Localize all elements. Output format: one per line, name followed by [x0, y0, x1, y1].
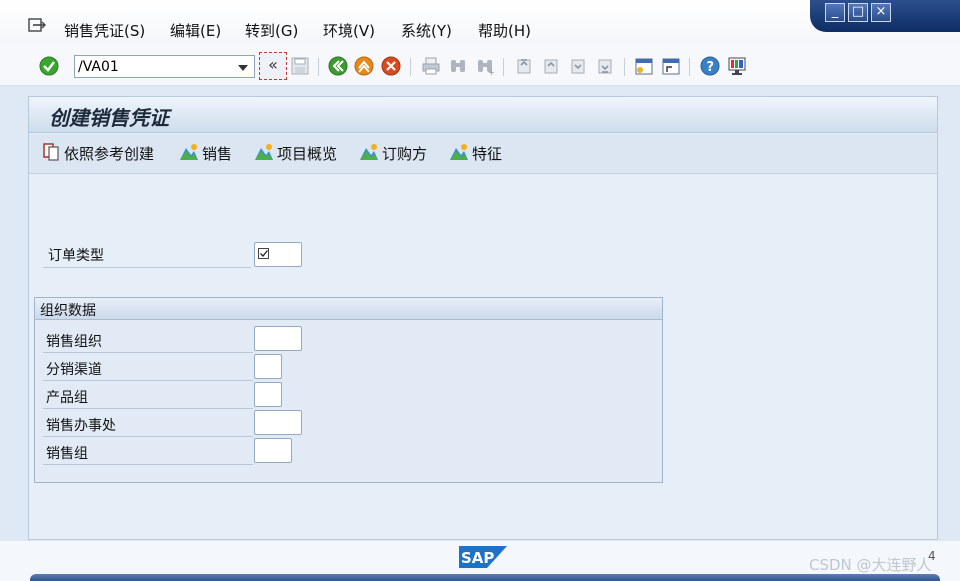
order-type-input[interactable] — [254, 242, 302, 267]
characteristics-label: 特征 — [472, 145, 503, 163]
group-header: 组织数据 — [35, 298, 662, 320]
characteristics-icon — [450, 144, 468, 160]
find-icon[interactable] — [448, 56, 468, 76]
find-next-icon[interactable]: + — [475, 56, 495, 76]
toolbar-separator — [503, 58, 504, 76]
sap-logo: SAP — [459, 546, 507, 568]
command-input[interactable] — [78, 58, 228, 75]
close-button[interactable]: × — [871, 3, 891, 22]
menu-screen-icon[interactable] — [28, 18, 46, 34]
application-toolbar: 依照参考创建 销售 项目概览 订购方 特征 — [29, 134, 937, 174]
toolbar-separator — [318, 58, 319, 76]
division-label: 产品组 — [46, 390, 88, 406]
menu-goto[interactable]: 转到(G) — [245, 20, 298, 41]
group-title: 组织数据 — [40, 303, 96, 319]
characteristics-button[interactable]: 特征 — [449, 143, 502, 165]
item-overview-icon — [255, 144, 273, 160]
distribution-channel-input[interactable] — [254, 354, 282, 379]
order-type-label: 订单类型 — [48, 248, 104, 264]
required-checkbox-icon — [258, 248, 269, 259]
toolbar-separator — [689, 58, 690, 76]
label-underline — [43, 267, 251, 268]
item-overview-button[interactable]: 项目概览 — [254, 143, 337, 165]
toolbar-separator — [624, 58, 625, 76]
sales-organization-label: 销售组织 — [46, 334, 102, 350]
label-underline — [43, 436, 253, 437]
label-underline — [43, 380, 253, 381]
status-footer: SAP CSDN @大连野人 4 — [0, 541, 960, 581]
sales-group-label: 销售组 — [46, 446, 88, 462]
print-icon[interactable] — [421, 56, 441, 76]
confirm-checkmark-icon[interactable] — [39, 56, 59, 76]
back-icon[interactable] — [328, 56, 348, 76]
sap-logo-text: SAP — [461, 549, 494, 567]
distribution-channel-label: 分销渠道 — [46, 362, 102, 378]
screen-title-bar: 创建销售凭证 — [29, 97, 937, 133]
window-controls: _ □ × — [810, 0, 960, 32]
next-page-icon[interactable] — [568, 56, 588, 76]
menu-environment[interactable]: 环境(V) — [323, 20, 375, 41]
previous-page-icon[interactable] — [541, 56, 561, 76]
maximize-button[interactable]: □ — [848, 3, 868, 22]
create-with-reference-button[interactable]: 依照参考创建 — [43, 143, 154, 165]
menu-edit[interactable]: 编辑(E) — [170, 20, 221, 41]
division-input[interactable] — [254, 382, 282, 407]
label-underline — [43, 464, 253, 465]
sold-to-party-label: 订购方 — [382, 145, 428, 163]
sales-group-input[interactable] — [254, 438, 292, 463]
organizational-data-group: 组织数据 销售组织 分销渠道 产品组 销售办事处 销售组 — [34, 297, 663, 483]
sales-label: 销售 — [202, 145, 233, 163]
standard-toolbar: « + — [0, 46, 960, 86]
create-shortcut-icon[interactable] — [661, 56, 681, 76]
enter-button[interactable]: « — [259, 52, 287, 80]
command-field[interactable] — [74, 55, 255, 78]
cancel-icon[interactable] — [381, 56, 401, 76]
help-icon[interactable]: ? — [700, 56, 720, 76]
status-corner-glyph: 4 — [928, 549, 936, 563]
sales-office-input[interactable] — [254, 410, 302, 435]
create-with-reference-label: 依照参考创建 — [64, 145, 155, 163]
footer-bar — [30, 574, 940, 581]
page-title: 创建销售凭证 — [49, 106, 169, 130]
sales-office-label: 销售办事处 — [46, 418, 116, 434]
svg-text:+: + — [488, 68, 495, 76]
label-underline — [43, 408, 253, 409]
last-page-icon[interactable] — [595, 56, 615, 76]
dropdown-arrow-icon[interactable] — [238, 65, 248, 71]
sold-to-party-button[interactable]: 订购方 — [359, 143, 427, 165]
menu-system[interactable]: 系统(Y) — [401, 20, 452, 41]
create-with-reference-icon — [43, 143, 59, 161]
new-session-icon[interactable] — [634, 56, 654, 76]
menu-bar: 销售凭证(S) 编辑(E) 转到(G) 环境(V) 系统(Y) 帮助(H) _ … — [0, 0, 960, 46]
first-page-icon[interactable] — [514, 56, 534, 76]
save-icon[interactable] — [290, 56, 310, 76]
label-underline — [43, 352, 253, 353]
sold-to-party-icon — [360, 144, 378, 160]
sales-organization-input[interactable] — [254, 326, 302, 351]
minimize-button[interactable]: _ — [825, 3, 845, 22]
sales-icon — [180, 144, 198, 160]
svg-text:?: ? — [707, 60, 715, 75]
item-overview-label: 项目概览 — [277, 145, 338, 163]
watermark: CSDN @大连野人 — [809, 556, 932, 574]
toolbar-separator — [410, 58, 411, 76]
exit-icon[interactable] — [354, 56, 374, 76]
main-content: 创建销售凭证 依照参考创建 销售 项目概览 订购方 特征 订单类型 组织数据 销… — [28, 96, 938, 540]
menu-sales-document[interactable]: 销售凭证(S) — [64, 20, 145, 41]
customize-layout-icon[interactable] — [727, 56, 747, 76]
menu-help[interactable]: 帮助(H) — [478, 20, 531, 41]
sales-button[interactable]: 销售 — [179, 143, 232, 165]
